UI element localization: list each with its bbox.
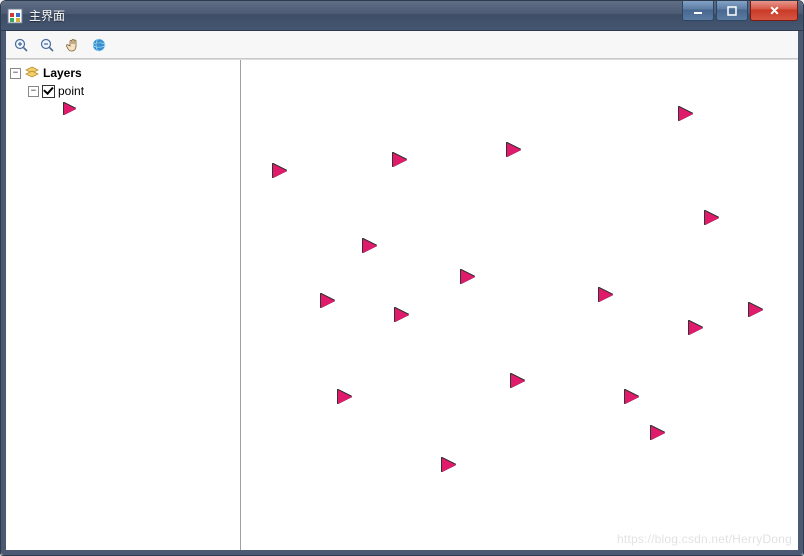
tree-legend-row [8, 100, 238, 118]
point-marker[interactable] [625, 390, 639, 404]
app-window: 主界面 [0, 0, 804, 556]
point-marker[interactable] [651, 426, 665, 440]
pan-button[interactable] [62, 34, 84, 56]
layer-tree-panel: − Layers − point [6, 60, 241, 550]
point-marker[interactable] [689, 321, 703, 335]
point-marker[interactable] [273, 164, 287, 178]
point-marker[interactable] [363, 239, 377, 253]
tree-collapse-icon[interactable]: − [28, 86, 39, 97]
close-button[interactable] [750, 1, 798, 21]
point-marker[interactable] [705, 211, 719, 225]
tree-root-label: Layers [43, 66, 82, 80]
title-bar[interactable]: 主界面 [1, 1, 803, 31]
tree-root-row[interactable]: − Layers [8, 64, 238, 82]
zoom-out-button[interactable] [36, 34, 58, 56]
minimize-button[interactable] [682, 1, 714, 21]
point-marker[interactable] [338, 390, 352, 404]
client-area: − Layers − point [1, 31, 803, 555]
layer-label: point [58, 84, 84, 98]
zoom-in-icon [13, 37, 29, 53]
point-marker[interactable] [321, 294, 335, 308]
globe-icon [91, 37, 107, 53]
point-marker[interactable] [749, 303, 763, 317]
pan-hand-icon [65, 37, 81, 53]
layer-visibility-checkbox[interactable] [42, 85, 55, 98]
point-marker[interactable] [393, 153, 407, 167]
point-marker[interactable] [599, 288, 613, 302]
tree-layer-row[interactable]: − point [8, 82, 238, 100]
full-extent-button[interactable] [88, 34, 110, 56]
map-canvas[interactable]: https://blog.csdn.net/HerryDong [241, 60, 798, 550]
maximize-button[interactable] [716, 1, 748, 21]
watermark-text: https://blog.csdn.net/HerryDong [617, 532, 792, 546]
tree-collapse-icon[interactable]: − [10, 68, 21, 79]
layers-icon [24, 65, 40, 81]
zoom-in-button[interactable] [10, 34, 32, 56]
point-marker[interactable] [395, 308, 409, 322]
window-title: 主界面 [29, 7, 65, 24]
point-marker[interactable] [679, 107, 693, 121]
point-marker[interactable] [442, 458, 456, 472]
point-marker[interactable] [461, 270, 475, 284]
point-marker[interactable] [507, 143, 521, 157]
app-icon [7, 8, 23, 24]
point-marker[interactable] [511, 374, 525, 388]
zoom-out-icon [39, 37, 55, 53]
content-area: − Layers − point [6, 59, 798, 550]
window-controls [682, 1, 803, 23]
toolbar [6, 31, 798, 59]
legend-symbol-icon [64, 103, 76, 115]
